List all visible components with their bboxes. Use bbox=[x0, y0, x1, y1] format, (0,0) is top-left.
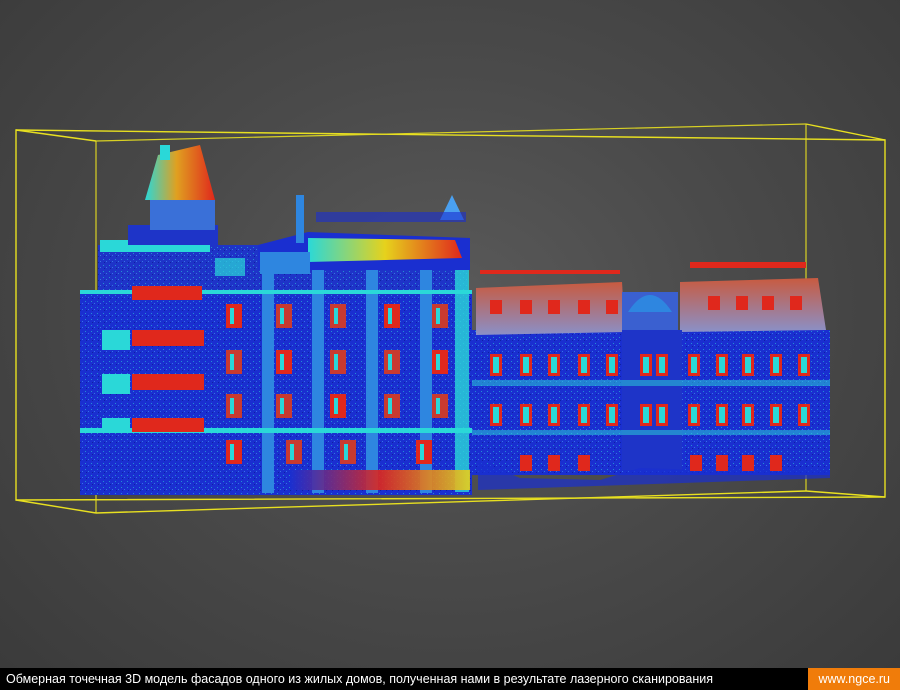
window bbox=[520, 455, 532, 471]
window bbox=[581, 357, 587, 373]
ground-floor-strip bbox=[290, 470, 470, 490]
window bbox=[334, 354, 338, 370]
window bbox=[388, 398, 392, 414]
window bbox=[334, 308, 338, 324]
window bbox=[420, 444, 424, 460]
window bbox=[773, 407, 779, 423]
window bbox=[801, 407, 807, 423]
window bbox=[790, 296, 802, 310]
window bbox=[436, 398, 440, 414]
window bbox=[551, 407, 557, 423]
window bbox=[520, 300, 532, 314]
window bbox=[436, 308, 440, 324]
window bbox=[643, 357, 649, 373]
window bbox=[770, 455, 782, 471]
window bbox=[609, 407, 615, 423]
caption-text: Обмерная точечная 3D модель фасадов одно… bbox=[6, 672, 713, 686]
window bbox=[801, 357, 807, 373]
window bbox=[280, 354, 284, 370]
window bbox=[388, 308, 392, 324]
window bbox=[230, 308, 234, 324]
window bbox=[762, 296, 774, 310]
window bbox=[719, 407, 725, 423]
window bbox=[230, 444, 234, 460]
window bbox=[581, 407, 587, 423]
window bbox=[490, 300, 502, 314]
window bbox=[230, 354, 234, 370]
window bbox=[691, 407, 697, 423]
window bbox=[691, 357, 697, 373]
window bbox=[290, 444, 294, 460]
site-link[interactable]: www.ngce.ru bbox=[808, 668, 900, 690]
window bbox=[773, 357, 779, 373]
window bbox=[719, 357, 725, 373]
window bbox=[548, 300, 560, 314]
window bbox=[344, 444, 348, 460]
point-cloud-viewport[interactable] bbox=[0, 0, 900, 668]
window bbox=[742, 455, 754, 471]
window bbox=[280, 308, 284, 324]
window bbox=[643, 407, 649, 423]
window bbox=[388, 354, 392, 370]
window bbox=[493, 407, 499, 423]
window bbox=[609, 357, 615, 373]
window bbox=[606, 300, 618, 314]
window bbox=[548, 455, 560, 471]
window bbox=[745, 407, 751, 423]
window bbox=[523, 407, 529, 423]
window bbox=[523, 357, 529, 373]
window bbox=[334, 398, 338, 414]
point-cloud-scene bbox=[15, 123, 886, 514]
window bbox=[659, 407, 665, 423]
window bbox=[551, 357, 557, 373]
window bbox=[436, 354, 440, 370]
caption-bar: Обмерная точечная 3D модель фасадов одно… bbox=[0, 668, 900, 690]
window bbox=[716, 455, 728, 471]
window bbox=[578, 300, 590, 314]
window bbox=[493, 357, 499, 373]
window bbox=[708, 296, 720, 310]
window bbox=[736, 296, 748, 310]
window bbox=[230, 398, 234, 414]
window bbox=[745, 357, 751, 373]
window bbox=[690, 455, 702, 471]
window bbox=[578, 455, 590, 471]
window bbox=[659, 357, 665, 373]
window bbox=[280, 398, 284, 414]
